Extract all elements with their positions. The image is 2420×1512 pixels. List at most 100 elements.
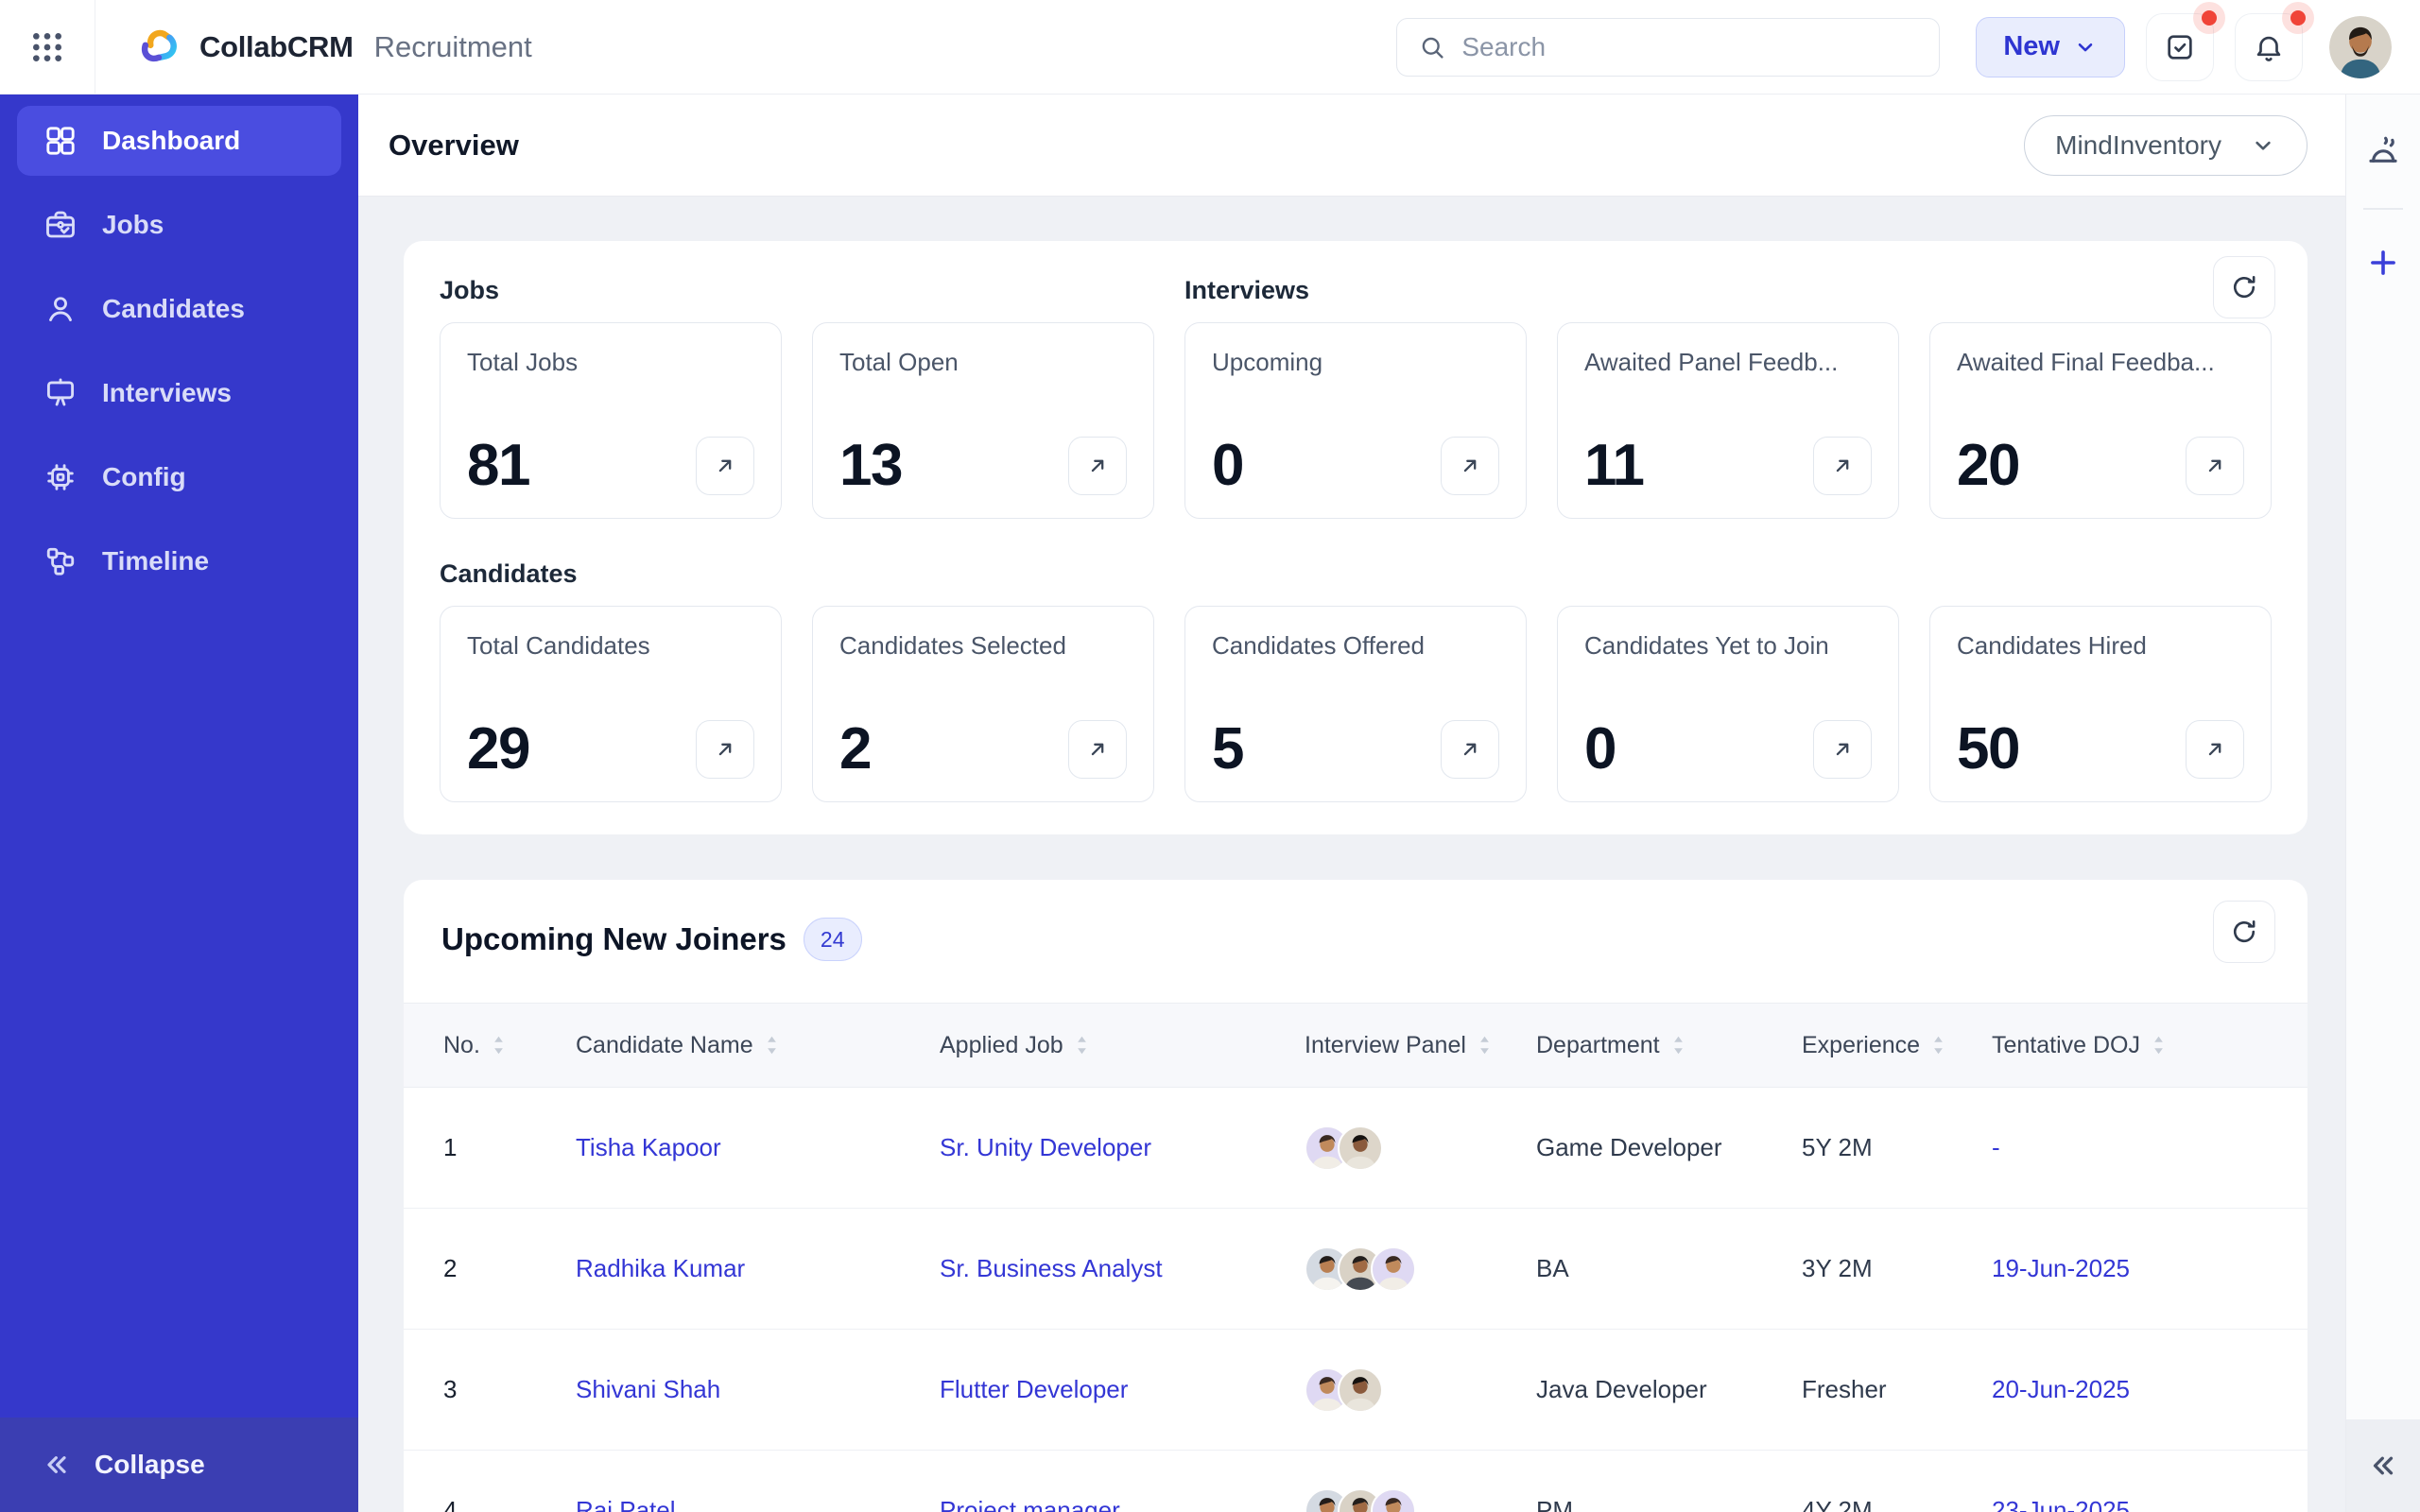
sidebar-item-dashboard[interactable]: Dashboard xyxy=(17,106,341,176)
stats-group-label: Interviews xyxy=(1184,276,1310,304)
workspace-selector-value: MindInventory xyxy=(2055,129,2221,160)
tentative-doj-link[interactable]: 19-Jun-2025 xyxy=(1992,1254,2130,1282)
jobs-icon xyxy=(43,208,78,242)
candidate-name-link[interactable]: Tisha Kapoor xyxy=(576,1133,721,1161)
stat-card: Candidates Hired 50 xyxy=(1929,606,2272,802)
stat-card-label: Candidates Offered xyxy=(1212,631,1425,660)
column-header[interactable]: Applied Job xyxy=(940,1032,1305,1059)
sort-icon[interactable] xyxy=(1671,1034,1685,1057)
column-header[interactable]: Tentative DOJ xyxy=(1992,1032,2268,1059)
sort-icon[interactable] xyxy=(1478,1034,1492,1057)
stat-card: Upcoming 0 xyxy=(1184,322,1527,519)
table-row[interactable]: 3 Shivani Shah Flutter Developer Java De… xyxy=(404,1330,2308,1451)
panel-member-avatar[interactable] xyxy=(1371,1487,1416,1512)
stats-grid: Jobs Total Jobs 81 Total Open 13 Intervi… xyxy=(440,266,2272,802)
rail-divider xyxy=(2363,208,2403,210)
stat-card-value: 11 xyxy=(1584,433,1645,498)
stat-open-button[interactable] xyxy=(1068,437,1127,495)
sort-icon[interactable] xyxy=(2152,1034,2166,1057)
column-header[interactable]: Interview Panel xyxy=(1305,1032,1536,1059)
serving-dish-icon[interactable] xyxy=(2364,134,2402,172)
stat-open-button[interactable] xyxy=(696,720,754,779)
column-header[interactable]: Experience xyxy=(1802,1032,1992,1059)
stat-card-label: Total Jobs xyxy=(467,348,579,376)
right-rail xyxy=(2345,94,2420,1512)
sidebar-item-interviews[interactable]: Interviews xyxy=(17,358,341,428)
interview-panel-avatars xyxy=(1305,1487,1536,1512)
applied-job-link[interactable]: Sr. Unity Developer xyxy=(940,1133,1151,1161)
stat-open-button[interactable] xyxy=(1813,720,1872,779)
applied-job-link[interactable]: Flutter Developer xyxy=(940,1375,1128,1403)
panel-member-avatar[interactable] xyxy=(1338,1366,1383,1413)
stat-open-button[interactable] xyxy=(1441,437,1499,495)
candidate-name-link[interactable]: Shivani Shah xyxy=(576,1375,720,1403)
table-title-row: Upcoming New Joiners 24 xyxy=(404,901,2308,967)
candidate-name-link[interactable]: Raj Patel xyxy=(576,1496,676,1512)
notifications-button[interactable] xyxy=(2235,9,2306,81)
global-search[interactable] xyxy=(1396,17,1941,77)
stat-card-value: 50 xyxy=(1957,716,2020,782)
column-header[interactable]: Candidate Name xyxy=(576,1032,940,1059)
stats-refresh-button[interactable] xyxy=(2213,256,2275,318)
workspace-selector[interactable]: MindInventory xyxy=(2024,114,2308,176)
sidebar-item-candidates[interactable]: Candidates xyxy=(17,274,341,344)
cell-no: 3 xyxy=(443,1375,458,1403)
stat-open-button[interactable] xyxy=(2186,720,2244,779)
table-row[interactable]: 1 Tisha Kapoor Sr. Unity Developer Game … xyxy=(404,1088,2308,1209)
search-input[interactable] xyxy=(1461,31,1919,62)
app-launcher-grid-icon[interactable] xyxy=(0,28,95,66)
stat-open-button[interactable] xyxy=(1813,437,1872,495)
add-widget-plus-icon[interactable] xyxy=(2366,246,2400,280)
tasks-button[interactable] xyxy=(2146,9,2217,81)
sort-icon[interactable] xyxy=(492,1034,506,1057)
tentative-doj-link[interactable]: 20-Jun-2025 xyxy=(1992,1375,2130,1403)
stat-card-value: 81 xyxy=(467,433,530,498)
cell-department: PM xyxy=(1536,1496,1573,1512)
stats-group-label: Candidates xyxy=(440,559,578,588)
sidebar-item-jobs[interactable]: Jobs xyxy=(17,190,341,260)
user-avatar[interactable] xyxy=(2329,15,2392,78)
candidates-icon xyxy=(43,292,78,326)
table-body: 1 Tisha Kapoor Sr. Unity Developer Game … xyxy=(404,1088,2308,1512)
header-actions: New xyxy=(1396,9,2392,81)
stat-card-label: Candidates Hired xyxy=(1957,631,2147,660)
stat-card: Candidates Offered 5 xyxy=(1184,606,1527,802)
stat-card-value: 0 xyxy=(1584,716,1616,782)
table-row[interactable]: 2 Radhika Kumar Sr. Business Analyst BA … xyxy=(404,1209,2308,1330)
tentative-doj-link[interactable]: - xyxy=(1992,1133,2000,1161)
upcoming-joiners-panel: Upcoming New Joiners 24 No. Candidate Na… xyxy=(404,880,2308,1512)
panel-member-avatar[interactable] xyxy=(1338,1125,1383,1171)
candidate-name-link[interactable]: Radhika Kumar xyxy=(576,1254,745,1282)
sidebar-item-timeline[interactable]: Timeline xyxy=(17,526,341,596)
collapse-right-panel-button[interactable] xyxy=(2346,1419,2420,1512)
stat-open-button[interactable] xyxy=(1068,720,1127,779)
timeline-icon xyxy=(43,544,78,578)
stat-open-button[interactable] xyxy=(696,437,754,495)
stat-open-button[interactable] xyxy=(2186,437,2244,495)
tentative-doj-link[interactable]: 23-Jun-2025 xyxy=(1992,1496,2130,1512)
cell-experience: 4Y 2M xyxy=(1802,1496,1873,1512)
new-button[interactable]: New xyxy=(1976,16,2125,77)
app-name: CollabCRM xyxy=(199,29,354,63)
sort-icon[interactable] xyxy=(1931,1034,1945,1057)
column-header[interactable]: No. xyxy=(443,1032,576,1059)
applied-job-link[interactable]: Sr. Business Analyst xyxy=(940,1254,1163,1282)
cell-department: Java Developer xyxy=(1536,1375,1707,1403)
sort-icon[interactable] xyxy=(1075,1034,1089,1057)
interview-panel-avatars xyxy=(1305,1125,1536,1171)
stat-card-value: 29 xyxy=(467,716,530,782)
stat-card-value: 5 xyxy=(1212,716,1244,782)
chevron-down-icon xyxy=(2250,132,2276,159)
stat-open-button[interactable] xyxy=(1441,720,1499,779)
panel-member-avatar[interactable] xyxy=(1371,1246,1416,1292)
sidebar-collapse-button[interactable]: Collapse xyxy=(0,1418,358,1512)
sidebar-item-config[interactable]: Config xyxy=(17,442,341,512)
collabcrm-logo-icon xyxy=(135,23,184,72)
applied-job-link[interactable]: Project manager xyxy=(940,1496,1120,1512)
table-row[interactable]: 4 Raj Patel Project manager PM 4Y 2M 23-… xyxy=(404,1451,2308,1512)
sort-icon[interactable] xyxy=(765,1034,779,1057)
column-header[interactable]: Department xyxy=(1536,1032,1802,1059)
search-icon xyxy=(1418,33,1446,61)
brand[interactable]: CollabCRM Recruitment xyxy=(135,23,532,72)
table-refresh-button[interactable] xyxy=(2213,901,2275,963)
